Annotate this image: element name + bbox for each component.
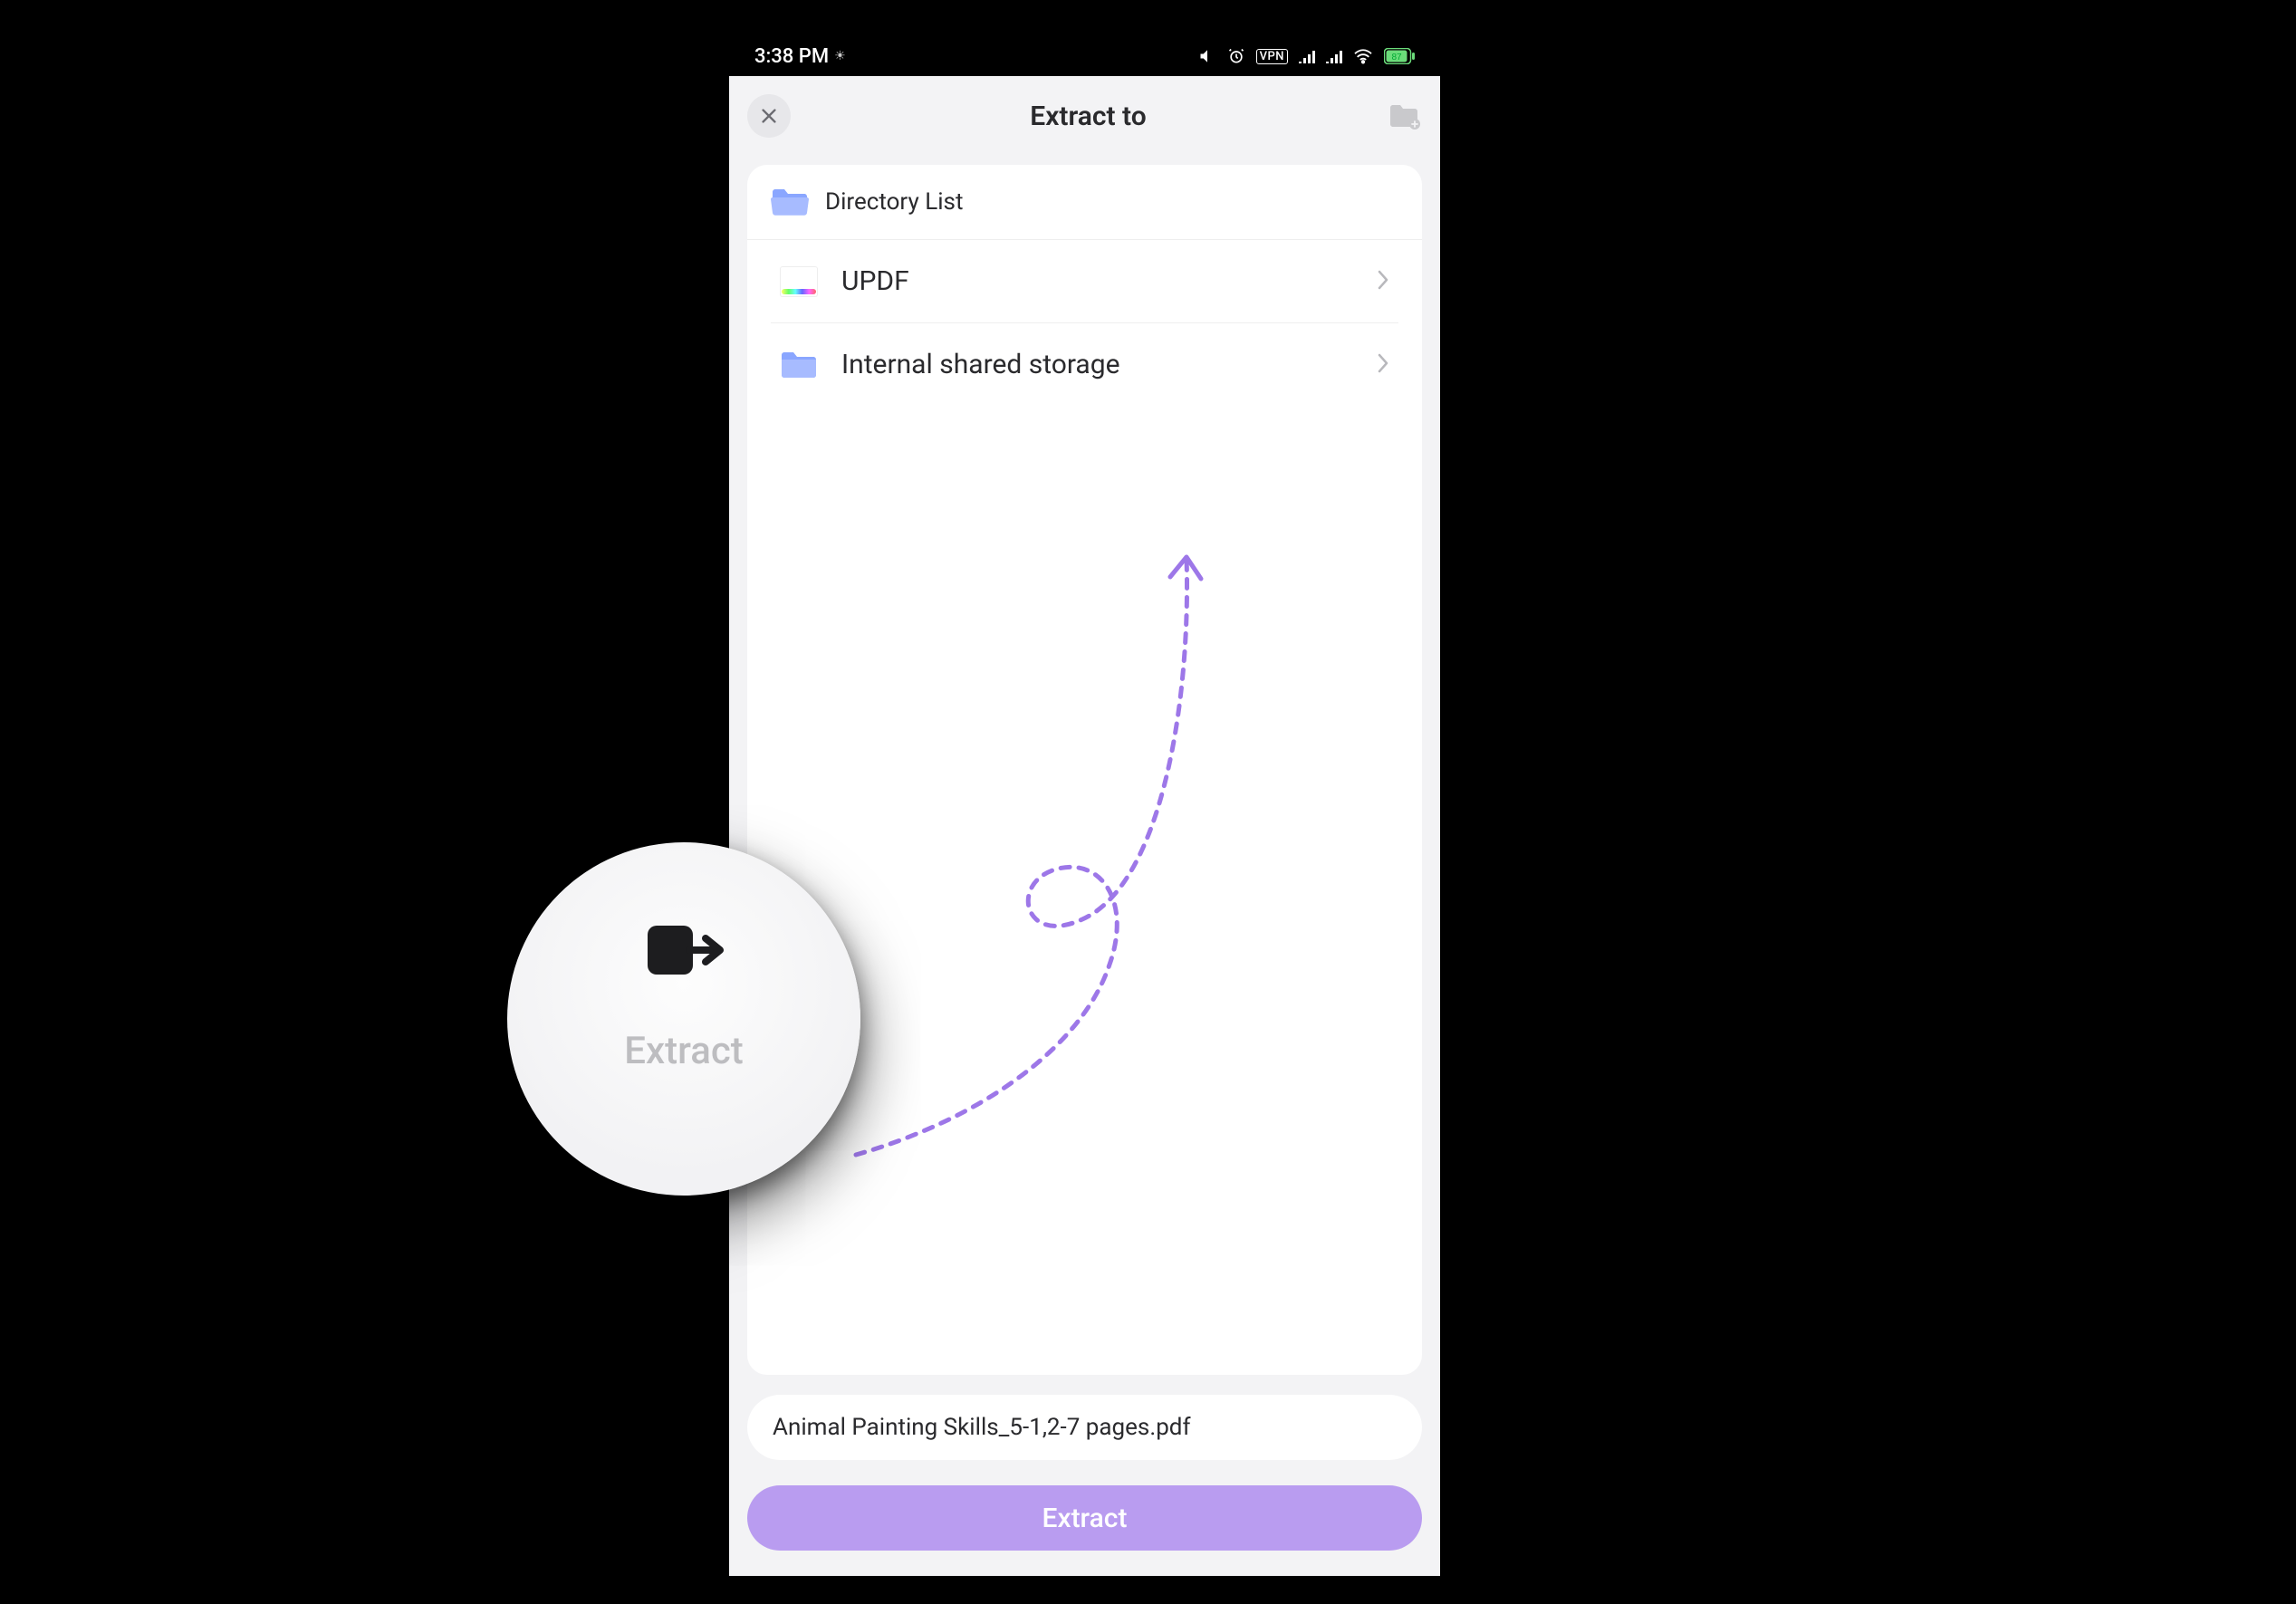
extract-callout-label: Extract bbox=[624, 1029, 744, 1073]
battery-icon: 87 bbox=[1384, 48, 1415, 64]
extract-callout: Extract bbox=[507, 842, 860, 1196]
brightness-icon: ☀ bbox=[834, 49, 846, 63]
stage: 3:38 PM ☀ VPN bbox=[0, 0, 2296, 1604]
app-screen: Extract to Directory List bbox=[729, 76, 1440, 1576]
folder-open-icon bbox=[771, 187, 809, 217]
status-right: VPN 87 bbox=[1198, 47, 1415, 65]
list-item-updf[interactable]: UPDF bbox=[771, 240, 1398, 323]
svg-text:87: 87 bbox=[1391, 53, 1402, 62]
directory-card: Directory List UPDF Internal shared stor… bbox=[747, 165, 1422, 1375]
mute-icon bbox=[1198, 47, 1216, 65]
signal-2-icon bbox=[1326, 49, 1342, 63]
page-title: Extract to bbox=[1030, 101, 1146, 132]
chevron-right-icon bbox=[1377, 269, 1389, 294]
folder-add-icon bbox=[1388, 102, 1420, 130]
filename-input[interactable]: Animal Painting Skills_5-1,2-7 pages.pdf bbox=[747, 1395, 1422, 1460]
extract-button[interactable]: Extract bbox=[747, 1485, 1422, 1551]
updf-logo-icon bbox=[780, 266, 818, 297]
filename-text: Animal Painting Skills_5-1,2-7 pages.pdf bbox=[773, 1414, 1191, 1441]
directory-section-header: Directory List bbox=[747, 165, 1422, 240]
alarm-icon bbox=[1227, 47, 1245, 65]
close-button[interactable] bbox=[747, 94, 791, 138]
chevron-right-icon bbox=[1377, 352, 1389, 378]
extract-button-label: Extract bbox=[1042, 1503, 1128, 1534]
directory-section-label: Directory List bbox=[825, 188, 963, 216]
list-item-label: UPDF bbox=[841, 265, 1353, 297]
close-icon bbox=[759, 106, 779, 126]
status-left: 3:38 PM ☀ bbox=[754, 45, 846, 68]
status-bar: 3:38 PM ☀ VPN bbox=[729, 36, 1440, 76]
list-item-internal-storage[interactable]: Internal shared storage bbox=[771, 323, 1398, 406]
status-time: 3:38 PM bbox=[754, 45, 829, 68]
list-item-label: Internal shared storage bbox=[841, 349, 1353, 380]
signal-1-icon bbox=[1299, 49, 1315, 63]
navbar: Extract to bbox=[729, 76, 1440, 156]
extract-icon bbox=[644, 920, 724, 984]
folder-icon bbox=[780, 350, 818, 380]
vpn-badge: VPN bbox=[1256, 49, 1288, 64]
new-folder-button[interactable] bbox=[1386, 98, 1422, 134]
wifi-icon bbox=[1353, 48, 1373, 64]
phone-frame: 3:38 PM ☀ VPN bbox=[729, 36, 1440, 1576]
